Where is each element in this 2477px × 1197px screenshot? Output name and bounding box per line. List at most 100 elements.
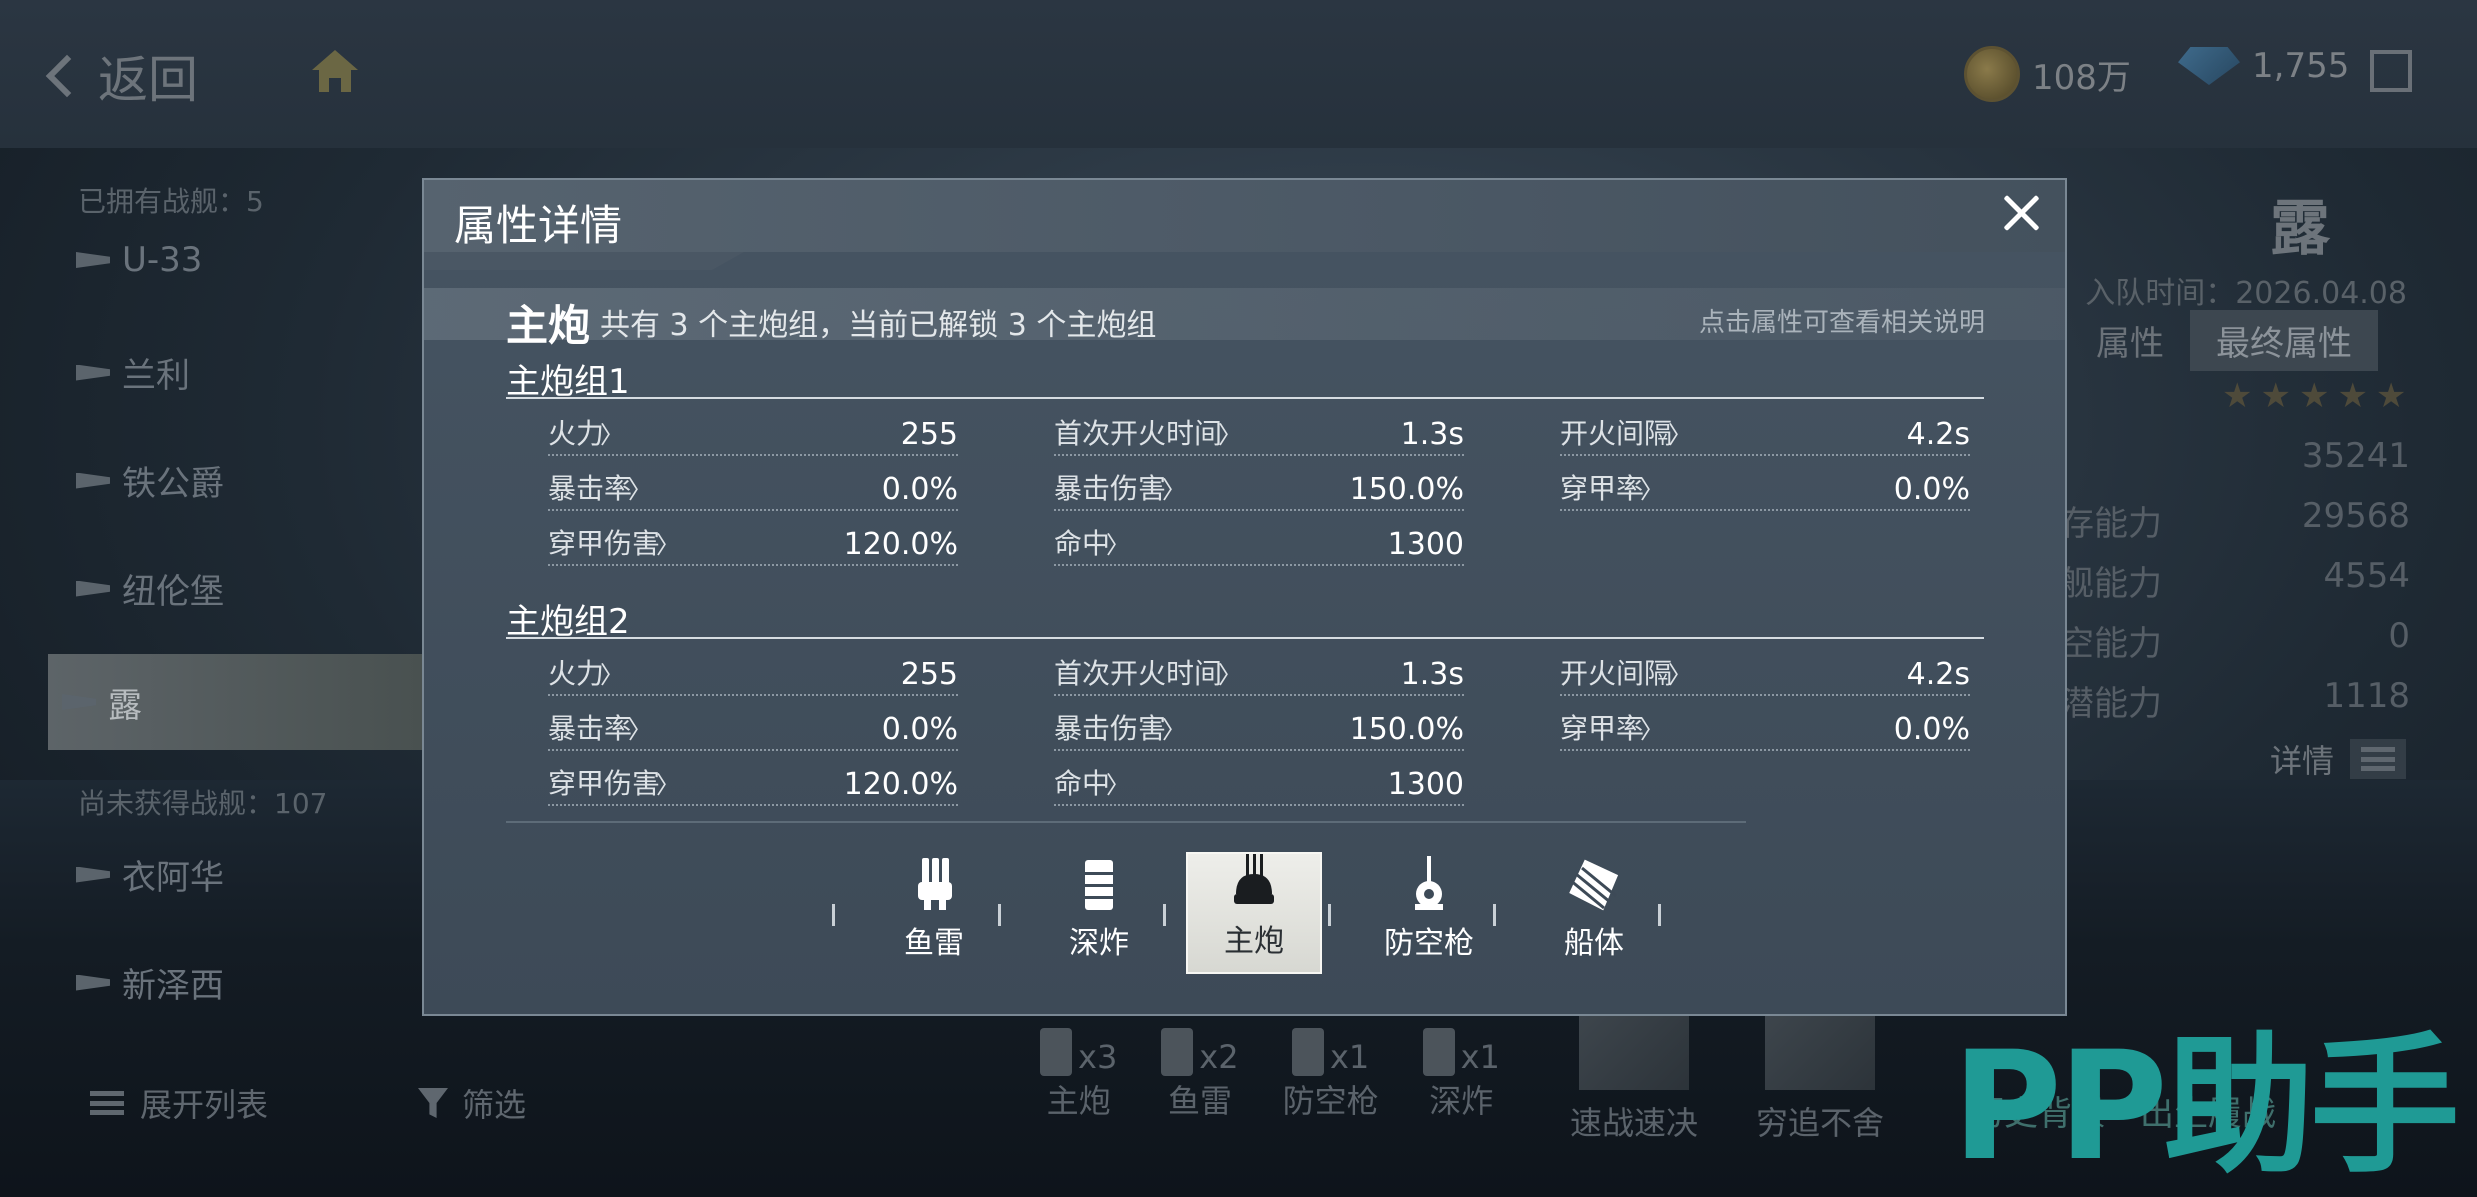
stat-value: 120.0% <box>843 767 958 802</box>
stat-row[interactable]: 暴击伤害 150.0% <box>1054 709 1464 751</box>
stat-name: 命中 <box>1054 522 1130 562</box>
skill-item[interactable]: 速战速决 <box>1570 1010 1698 1144</box>
stat-value: 0.0% <box>1893 472 1970 507</box>
expand-list-button[interactable]: 展开列表 <box>90 1080 268 1126</box>
equipment-anti-air[interactable]: x1 防空枪 <box>1283 1020 1379 1122</box>
ship-list-item-selected[interactable]: 露 <box>48 654 438 750</box>
tab-hull[interactable]: 船体 <box>1526 852 1662 974</box>
ship-list-item[interactable]: 铁公爵 <box>76 456 224 505</box>
stat-name: 暴击率 <box>548 467 652 507</box>
filter-button[interactable]: 筛选 <box>418 1080 526 1126</box>
ship-list-item[interactable]: 新泽西 <box>76 958 224 1007</box>
anti-air-gun-icon <box>1415 856 1443 910</box>
stat-row[interactable]: 首次开火时间 1.3s <box>1054 654 1464 696</box>
stat-name: 穿甲率 <box>1560 467 1664 507</box>
close-icon[interactable] <box>2001 192 2043 234</box>
ship-list-item[interactable]: U-33 <box>76 240 202 280</box>
coin-icon <box>1964 46 2020 102</box>
owned-ship-count: 已拥有战舰：5 <box>78 185 264 218</box>
equipment-main-gun[interactable]: x3 主炮 <box>1040 1020 1117 1122</box>
stat-row[interactable]: 命中 1300 <box>1054 764 1464 806</box>
skill-item[interactable]: 穷追不舍 <box>1756 1010 1884 1144</box>
stat-row[interactable]: 开火间隔 4.2s <box>1560 414 1970 456</box>
ship-title: 露 <box>2270 194 2330 264</box>
ship-name: 衣阿华 <box>122 858 224 898</box>
stat-name: 穿甲率 <box>1560 707 1664 747</box>
equipment-depth-charge[interactable]: x1 深炸 <box>1422 1020 1500 1122</box>
ship-list-item[interactable]: 兰利 <box>76 348 190 397</box>
stat-value: 0.0% <box>881 472 958 507</box>
stat-row[interactable]: 穿甲率 0.0% <box>1560 469 1970 511</box>
stat-name: 首次开火时间 <box>1054 412 1242 452</box>
stat-row[interactable]: 火力 255 <box>548 414 958 456</box>
power-stat-row: 舰能力 4554 <box>2060 556 2410 605</box>
filter-label: 筛选 <box>462 1086 527 1124</box>
stat-value: 1300 <box>1387 527 1464 562</box>
equipment-torpedo[interactable]: x2 鱼雷 <box>1161 1020 1239 1122</box>
back-label: 返回 <box>98 51 198 109</box>
stat-row[interactable]: 穿甲伤害 120.0% <box>548 524 958 566</box>
filter-icon <box>418 1088 448 1118</box>
ship-flag-icon <box>76 364 110 381</box>
power-stat-value: 4554 <box>2323 556 2410 596</box>
gem-balance[interactable]: 1,755 <box>2178 46 2349 86</box>
torpedo-icon <box>918 858 952 910</box>
tab-main-gun[interactable]: 主炮 <box>1186 852 1322 974</box>
stat-value: 255 <box>900 657 958 692</box>
header-notch <box>424 252 744 270</box>
ship-name: U-33 <box>122 240 203 280</box>
stat-row[interactable]: 开火间隔 4.2s <box>1560 654 1970 696</box>
tab-anti-air[interactable]: 防空枪 <box>1361 852 1497 974</box>
gem-amount: 1,755 <box>2252 46 2350 86</box>
stat-value: 0.0% <box>1893 712 1970 747</box>
anti-air-gun-icon <box>1291 1028 1324 1076</box>
home-icon[interactable] <box>308 46 362 96</box>
stat-row[interactable]: 穿甲伤害 120.0% <box>548 764 958 806</box>
ship-flag-icon <box>76 580 110 597</box>
tab-torpedo[interactable]: 鱼雷 <box>866 852 1002 974</box>
ship-name: 纽伦堡 <box>122 572 224 612</box>
stat-value: 4.2s <box>1906 417 1970 452</box>
stat-row[interactable]: 暴击率 0.0% <box>548 709 958 751</box>
ship-list-panel: 已拥有战舰：5 U-33 兰利 铁公爵 纽伦堡 露 尚未获得战舰：107 衣阿华 <box>0 150 438 1050</box>
stat-value: 255 <box>900 417 958 452</box>
tab-depth-charge[interactable]: 深炸 <box>1031 852 1167 974</box>
power-stat-row: 存能力 29568 <box>2060 496 2410 545</box>
group-title: 主炮组2 <box>506 602 630 642</box>
stat-row[interactable]: 穿甲率 0.0% <box>1560 709 1970 751</box>
storage-icon[interactable] <box>2370 50 2412 92</box>
stat-row[interactable]: 暴击率 0.0% <box>548 469 958 511</box>
stat-name: 暴击率 <box>548 707 652 747</box>
ship-flag-icon <box>76 866 110 883</box>
tab-final-attributes[interactable]: 最终属性 <box>2190 310 2378 371</box>
equipment-label: 主炮 <box>1046 1082 1111 1120</box>
coin-balance[interactable]: 108万 <box>1964 46 2131 102</box>
details-button[interactable]: 详情 <box>2270 736 2407 782</box>
stat-name: 暴击伤害 <box>1054 467 1186 507</box>
main-gun-icon <box>1040 1028 1072 1076</box>
tab-separator <box>832 904 835 926</box>
ship-flag-icon <box>62 694 96 710</box>
tab-label: 深炸 <box>1069 926 1129 961</box>
equipment-count: x1 <box>1329 1038 1370 1076</box>
equipment-label: 深炸 <box>1429 1082 1494 1120</box>
stat-row[interactable]: 首次开火时间 1.3s <box>1054 414 1464 456</box>
stat-name: 开火间隔 <box>1560 412 1692 452</box>
equipment-count: x3 <box>1078 1038 1118 1076</box>
tab-attributes[interactable]: 属性 <box>2070 310 2190 371</box>
stat-row[interactable]: 命中 1300 <box>1054 524 1464 566</box>
ship-list-item[interactable]: 纽伦堡 <box>76 564 224 613</box>
stat-row[interactable]: 暴击伤害 150.0% <box>1054 469 1464 511</box>
stat-name: 首次开火时间 <box>1054 652 1242 692</box>
main-gun-icon <box>1234 854 1274 904</box>
stat-value: 1.3s <box>1400 657 1464 692</box>
back-button[interactable]: 返回 <box>45 40 198 112</box>
section-header: 主炮 共有 3 个主炮组，当前已解锁 3 个主炮组 点击属性可查看相关说明 <box>424 288 2065 350</box>
weapon-category-tabs: 鱼雷 深炸 主炮 防空枪 船体 <box>832 852 1676 974</box>
stat-row[interactable]: 火力 255 <box>548 654 958 696</box>
tab-separator <box>1163 904 1166 926</box>
details-label: 详情 <box>2270 742 2335 780</box>
ship-list-item[interactable]: 衣阿华 <box>76 850 224 899</box>
skill-icon <box>1765 1010 1875 1090</box>
stat-value: 0.0% <box>881 712 958 747</box>
